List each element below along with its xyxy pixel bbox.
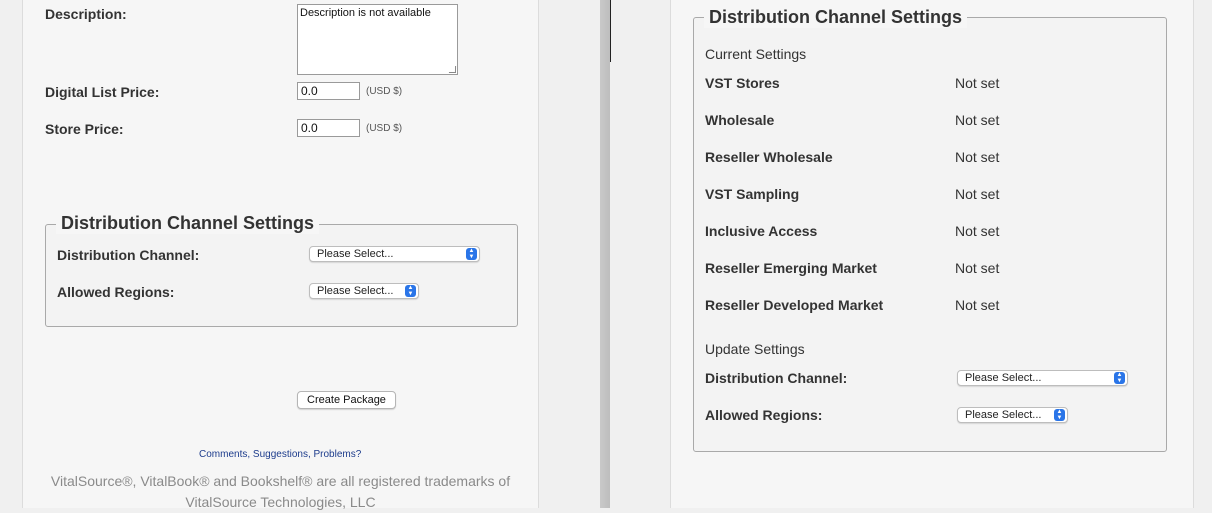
footer-line-2: VitalSource Technologies, LLC [185,494,376,510]
setting-name: Reseller Wholesale [705,149,833,165]
update-distribution-channel-select-value: Please Select... [965,372,1042,384]
allowed-regions-select-value: Please Select... [317,285,394,297]
select-chevron-icon: ▲ ▼ [1054,409,1065,421]
update-distribution-channel-label: Distribution Channel: [705,370,848,386]
setting-name: VST Sampling [705,186,800,202]
setting-value: Not set [955,75,1000,91]
window-divider[interactable] [600,0,610,508]
setting-value: Not set [955,260,1000,276]
distribution-settings-panel: Distribution Channel Settings Current Se… [670,0,1194,508]
setting-value: Not set [955,149,1000,165]
select-chevron-icon: ▲ ▼ [466,248,477,260]
allowed-regions-label: Allowed Regions: [57,284,175,300]
setting-name: Reseller Emerging Market [705,260,877,276]
setting-name: Wholesale [705,112,775,128]
resize-grip-icon[interactable] [448,66,457,73]
distribution-fieldset [45,224,518,327]
distribution-channel-select[interactable]: Please Select... ▲ ▼ [309,246,480,262]
store-price-label: Store Price: [45,121,124,137]
digital-list-price-label: Digital List Price: [45,84,160,100]
digital-list-price-input[interactable] [297,82,360,100]
create-package-panel: Description: Description is not availabl… [22,0,539,510]
description-wrapper: Description is not available [297,4,458,75]
select-chevron-icon: ▲ ▼ [1114,372,1125,384]
update-distribution-channel-select[interactable]: Please Select... ▲ ▼ [957,370,1128,386]
description-label: Description: [45,6,127,22]
store-price-unit: (USD $) [366,123,403,134]
right-distribution-legend: Distribution Channel Settings [704,7,968,28]
select-chevron-icon: ▲ ▼ [405,285,416,297]
setting-value: Not set [955,297,1000,313]
divider-line [610,0,611,62]
current-settings-heading: Current Settings [705,46,807,62]
setting-name: VST Stores [705,75,780,91]
update-allowed-regions-label: Allowed Regions: [705,407,823,423]
setting-name: Inclusive Access [705,223,818,239]
distribution-channel-select-value: Please Select... [317,248,394,260]
setting-value: Not set [955,186,1000,202]
update-allowed-regions-select-value: Please Select... [965,409,1042,421]
create-package-button[interactable]: Create Package [297,391,396,409]
digital-list-price-unit: (USD $) [366,86,403,97]
update-settings-heading: Update Settings [705,341,805,357]
setting-name: Reseller Developed Market [705,297,884,313]
description-textarea[interactable]: Description is not available [297,4,458,75]
distribution-channel-label: Distribution Channel: [57,247,200,263]
allowed-regions-select[interactable]: Please Select... ▲ ▼ [309,283,419,299]
setting-value: Not set [955,223,1000,239]
distribution-legend: Distribution Channel Settings [56,213,320,234]
setting-value: Not set [955,112,1000,128]
footer-trademark: VitalSource®, VitalBook® and Bookshelf® … [23,471,538,513]
update-allowed-regions-select[interactable]: Please Select... ▲ ▼ [957,407,1068,423]
feedback-link[interactable]: Comments, Suggestions, Problems? [199,449,361,460]
store-price-input[interactable] [297,119,360,137]
footer-line-1: VitalSource®, VitalBook® and Bookshelf® … [50,473,511,489]
